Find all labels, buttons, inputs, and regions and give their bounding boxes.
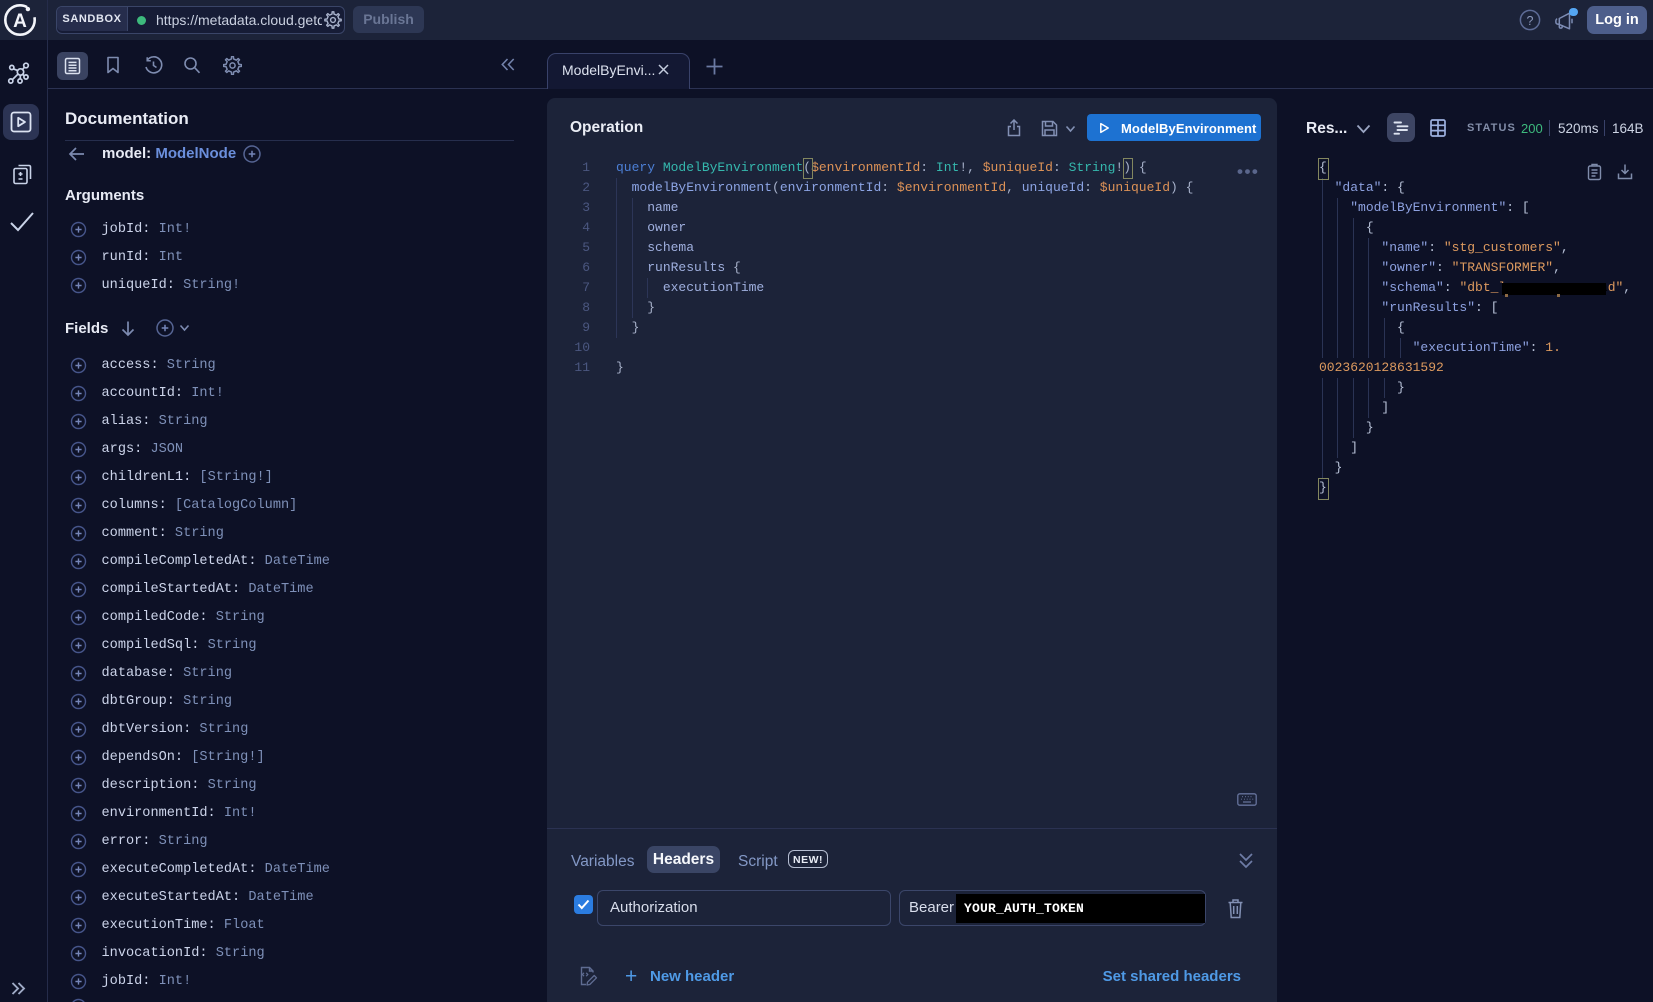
- svg-text:?: ?: [1527, 14, 1534, 28]
- svg-text:A: A: [13, 11, 27, 32]
